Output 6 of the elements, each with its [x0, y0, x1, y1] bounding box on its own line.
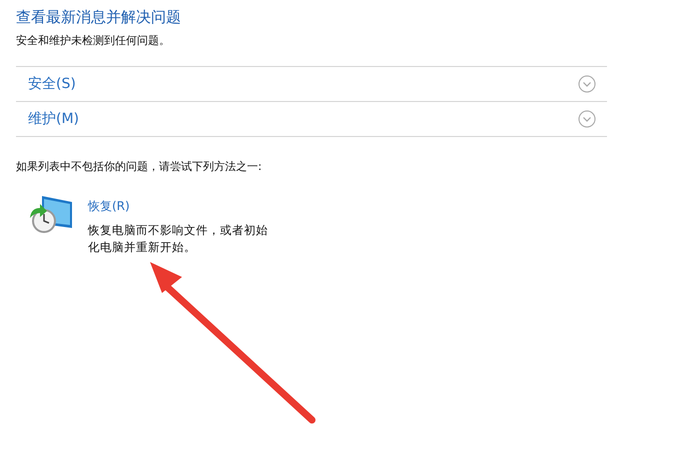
section-header[interactable]: 维护(M) [16, 102, 607, 137]
section-header[interactable]: 安全(S) [16, 67, 607, 102]
hint-text: 如果列表中不包括你的问题，请尝试下列方法之一: [16, 159, 263, 174]
status-text: 安全和维护未检测到任何问题。 [16, 33, 171, 48]
page-title: 查看最新消息并解决问题 [16, 8, 182, 27]
recovery-link[interactable]: 恢复(R) [88, 198, 130, 215]
